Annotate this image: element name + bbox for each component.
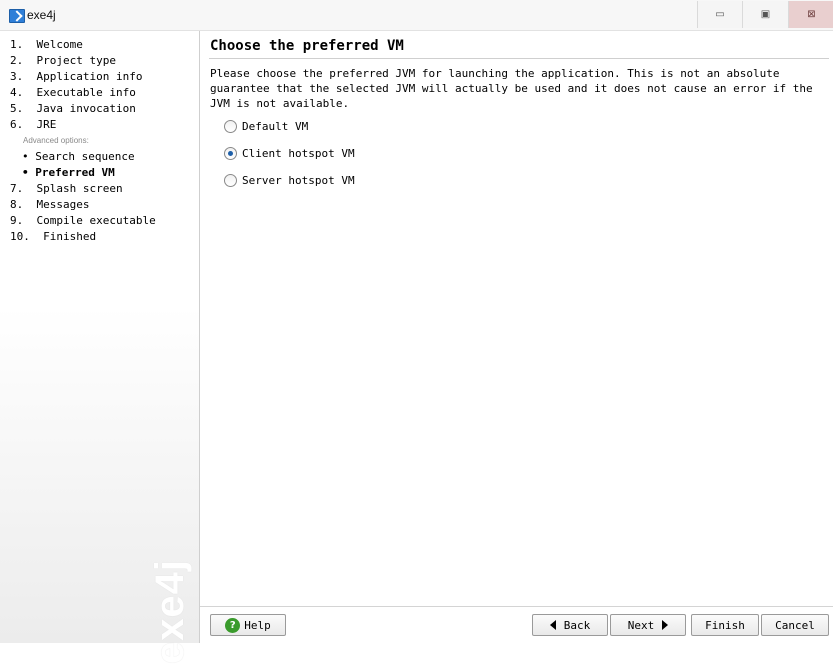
finish-label: Finish xyxy=(705,618,745,632)
help-icon: ? xyxy=(225,617,241,633)
next-button[interactable]: Next xyxy=(610,614,686,636)
button-bar: ? Help Back Next Finish Cancel xyxy=(200,606,833,644)
title-divider xyxy=(209,58,829,59)
step-messages[interactable]: 8. Messages xyxy=(10,197,156,213)
minimize-icon: ▭ xyxy=(715,9,725,20)
page-title: Choose the preferred VM xyxy=(210,38,404,54)
help-label: Help xyxy=(244,618,271,632)
radio-button-selected[interactable] xyxy=(224,146,237,160)
step-java-invocation[interactable]: 5. Java invocation xyxy=(10,101,156,117)
finish-button[interactable]: Finish xyxy=(691,614,759,636)
close-icon: ⊠ xyxy=(807,9,816,20)
exe4j-watermark-logo: exe4j xyxy=(148,556,194,666)
advanced-options-label: Advanced options: xyxy=(23,136,89,145)
step-jre[interactable]: 6. JRE xyxy=(10,117,156,133)
step-splash-screen[interactable]: 7. Splash screen xyxy=(10,181,156,197)
option-label: Client hotspot VM xyxy=(242,146,355,160)
back-label: Back xyxy=(563,618,591,632)
step-finished[interactable]: 10. Finished xyxy=(10,229,156,245)
step-project-type[interactable]: 2. Project type xyxy=(10,53,156,69)
main-panel: Choose the preferred VM Please choose th… xyxy=(200,31,833,606)
exe4j-app-icon xyxy=(9,9,25,23)
next-label: Next xyxy=(627,618,655,632)
back-button[interactable]: Back xyxy=(532,614,608,636)
arrow-left-icon xyxy=(549,620,556,630)
maximize-icon: ▣ xyxy=(760,9,771,20)
step-preferred-vm[interactable]: • Preferred VM xyxy=(10,165,156,181)
option-label: Server hotspot VM xyxy=(242,173,355,187)
window-title: exe4j xyxy=(27,8,56,22)
close-button[interactable]: ⊠ xyxy=(788,1,833,28)
option-label: Default VM xyxy=(242,119,309,133)
step-list: 1. Welcome 2. Project type 3. Applicatio… xyxy=(10,37,156,245)
minimize-button[interactable]: ▭ xyxy=(697,1,742,28)
option-server-hotspot-vm[interactable]: Server hotspot VM xyxy=(224,172,355,188)
step-search-sequence[interactable]: • Search sequence xyxy=(10,149,156,165)
help-button[interactable]: ? Help xyxy=(210,614,286,636)
watermark-text: exe4j xyxy=(148,558,193,664)
title-bar: exe4j ▭ ▣ ⊠ xyxy=(0,0,833,31)
arrow-right-icon xyxy=(662,620,669,630)
cancel-button[interactable]: Cancel xyxy=(761,614,829,636)
maximize-button[interactable]: ▣ xyxy=(742,1,788,28)
radio-button[interactable] xyxy=(224,173,237,187)
step-compile-executable[interactable]: 9. Compile executable xyxy=(10,213,156,229)
wizard-steps-sidebar: 1. Welcome 2. Project type 3. Applicatio… xyxy=(0,31,200,664)
step-welcome[interactable]: 1. Welcome xyxy=(10,37,156,53)
step-application-info[interactable]: 3. Application info xyxy=(10,69,156,85)
option-default-vm[interactable]: Default VM xyxy=(224,118,308,134)
radio-button[interactable] xyxy=(224,119,237,133)
cancel-label: Cancel xyxy=(775,618,815,632)
page-description: Please choose the preferred JVM for laun… xyxy=(210,67,813,110)
step-executable-info[interactable]: 4. Executable info xyxy=(10,85,156,101)
option-client-hotspot-vm[interactable]: Client hotspot VM xyxy=(224,145,355,161)
